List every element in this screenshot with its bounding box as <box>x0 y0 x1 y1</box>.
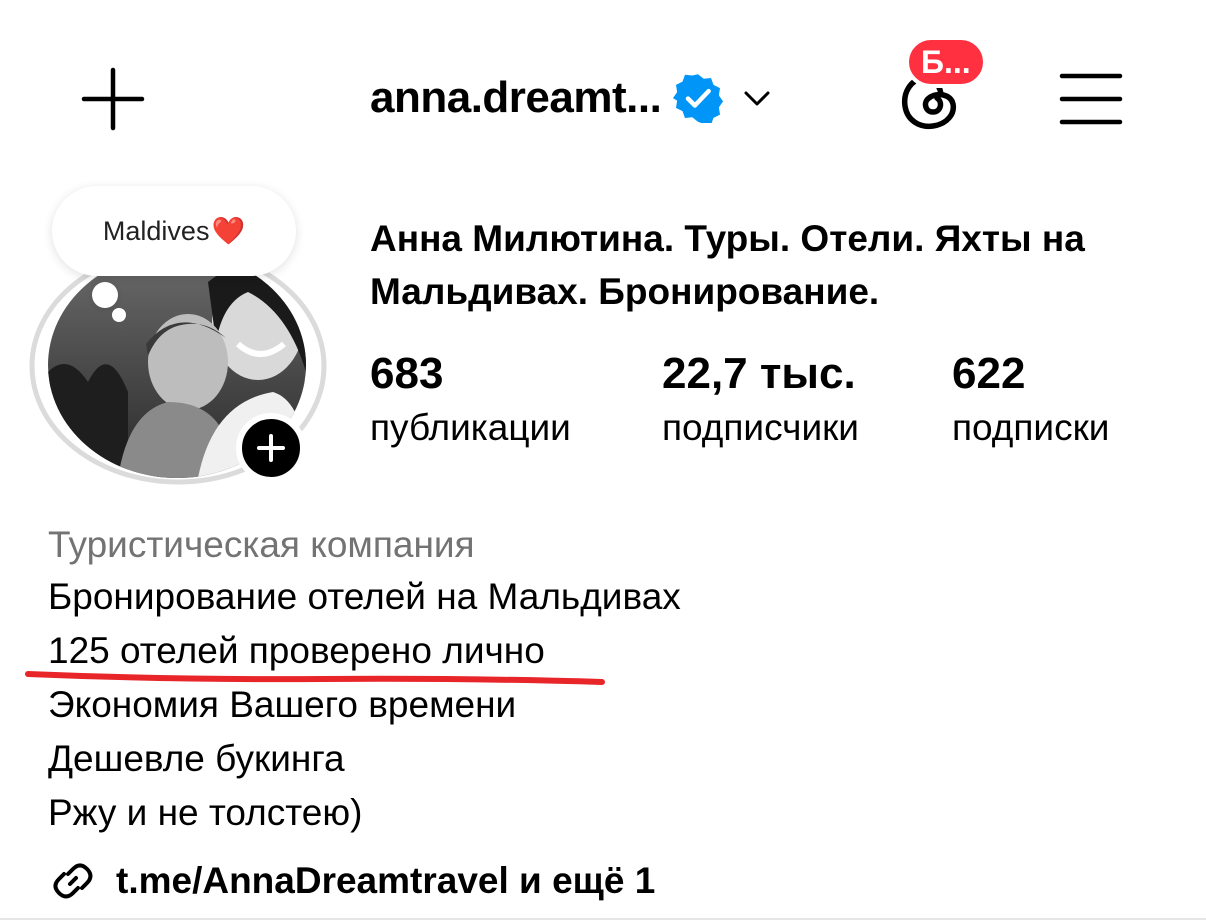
bio-line: Экономия Вашего времени <box>48 684 517 725</box>
followers-count: 22,7 тыс. <box>662 349 856 398</box>
new-post-button[interactable] <box>80 66 146 132</box>
bio-line: Ржу и не толстею) <box>48 792 363 833</box>
plus-icon <box>257 434 285 462</box>
chevron-down-icon <box>744 91 770 106</box>
profile-link[interactable]: t.me/AnnaDreamtravel и ещё 1 <box>48 854 655 908</box>
bio-line: Бронирование отелей на Мальдивах <box>48 576 681 617</box>
divider <box>0 918 1206 920</box>
add-story-button[interactable] <box>236 413 306 483</box>
note-bubble[interactable]: Maldives ❤️ <box>52 186 296 276</box>
plus-icon <box>81 67 145 131</box>
following-label: подписки <box>952 407 1110 448</box>
followers-stat[interactable]: 22,7 тыс. подписчики <box>662 348 859 456</box>
username: anna.dreamt... <box>370 73 662 122</box>
note-bubble-tail <box>92 282 118 308</box>
threads-notification-badge: Б... <box>905 36 987 88</box>
followers-label: подписчики <box>662 407 859 448</box>
link-icon <box>53 863 93 899</box>
posts-count: 683 <box>370 349 444 398</box>
heart-emoji: ❤️ <box>211 216 246 246</box>
profile-category: Туристическая компания <box>48 524 475 565</box>
note-bubble-tail-small <box>112 308 126 322</box>
posts-stat[interactable]: 683 публикации <box>370 348 571 456</box>
following-stat[interactable]: 622 подписки <box>952 348 1109 456</box>
account-switcher[interactable]: anna.dreamt... <box>370 68 773 128</box>
hamburger-menu-icon <box>1059 73 1123 125</box>
verified-badge-icon <box>673 74 724 123</box>
note-text: Maldives <box>102 215 210 246</box>
bio-line: Дешевле букинга <box>48 738 345 779</box>
profile-full-name: Анна Милютина. Туры. Отели. Яхты на Маль… <box>370 218 1085 312</box>
posts-label: публикации <box>370 407 571 448</box>
following-count: 622 <box>952 349 1026 398</box>
link-text: t.me/AnnaDreamtravel и ещё 1 <box>116 860 656 901</box>
menu-button[interactable] <box>1058 66 1124 132</box>
